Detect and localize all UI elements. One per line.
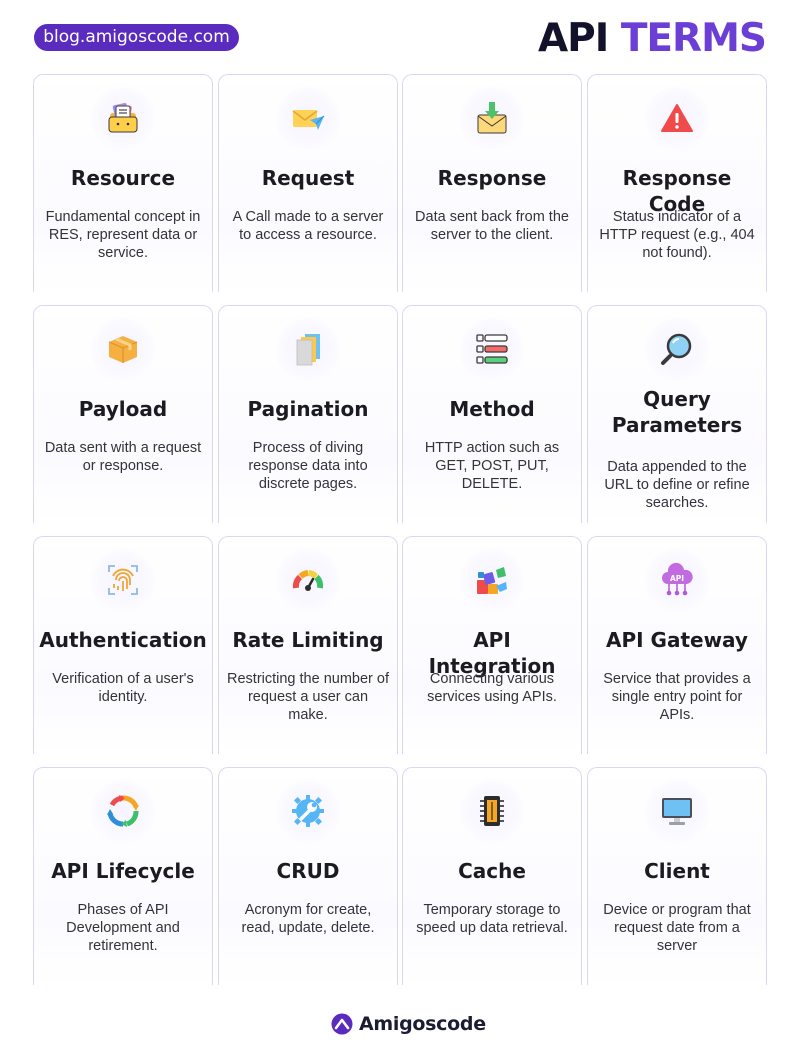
term-title: Pagination: [247, 397, 369, 421]
magnifier-icon: [659, 331, 695, 367]
term-description: HTTP action such as GET, POST, PUT, DELE…: [424, 440, 560, 492]
term-title: Response: [437, 166, 547, 190]
speedometer-icon: [290, 562, 326, 598]
term-description: Phases of API Development and retirement…: [66, 902, 180, 954]
term-card-response-code: Response Code Status indicator of a HTTP…: [587, 74, 767, 292]
term-card-cache: Cache Temporary storage to speed up data…: [402, 767, 582, 985]
package-box-icon: [105, 331, 141, 367]
term-card-authentication: Authentication Verification of a user's …: [33, 536, 213, 754]
term-title: Authentication: [39, 628, 207, 652]
term-card-api-integration: API Integration Connecting various servi…: [402, 536, 582, 754]
term-title: API Lifecycle: [51, 859, 195, 883]
term-card-resource: Resource Fundamental concept in RES, rep…: [33, 74, 213, 292]
term-card-payload: Payload Data sent with a request or resp…: [33, 305, 213, 523]
lifecycle-arrows-icon: [105, 793, 141, 829]
term-description: Device or program that request date from…: [603, 902, 751, 954]
amigoscode-logo-icon: [331, 1013, 353, 1035]
brand-name: Amigoscode: [359, 1013, 486, 1035]
term-card-client: Client Device or program that request da…: [587, 767, 767, 985]
term-title: Cache: [458, 859, 526, 883]
term-description: Data sent back from the server to the cl…: [415, 209, 569, 243]
term-title: Client: [644, 859, 710, 883]
term-description: Status indicator of a HTTP request (e.g.…: [599, 209, 755, 261]
fingerprint-icon: [105, 562, 141, 598]
term-description: Acronym for create, read, update, delete…: [241, 902, 375, 936]
envelope-download-icon: [474, 100, 510, 136]
warning-icon: [659, 100, 695, 136]
term-card-rate-limiting: Rate Limiting Restricting the number of …: [218, 536, 398, 754]
term-description: Service that provides a single entry poi…: [603, 671, 751, 723]
term-card-response: Response Data sent back from the server …: [402, 74, 582, 292]
gear-wrench-icon: [290, 793, 326, 829]
svg-text:API: API: [670, 574, 684, 583]
title-word-api: API: [537, 16, 609, 61]
term-description: Connecting various services using APIs.: [427, 671, 557, 705]
term-title: Method: [449, 397, 535, 421]
term-description: A Call made to a server to access a reso…: [232, 209, 384, 243]
term-card-method: Method HTTP action such as GET, POST, PU…: [402, 305, 582, 523]
term-card-request: Request A Call made to a server to acces…: [218, 74, 398, 292]
term-card-crud: CRUD Acronym for create, read, update, d…: [218, 767, 398, 985]
brand-logo[interactable]: Amigoscode: [331, 1011, 486, 1037]
term-card-pagination: Pagination Process of diving response da…: [218, 305, 398, 523]
term-title: API Gateway: [606, 628, 748, 652]
computer-monitor-icon: [659, 793, 695, 829]
term-title: Request: [261, 166, 355, 190]
term-description: Temporary storage to speed up data retri…: [416, 902, 568, 936]
term-title: Query Parameters: [611, 387, 743, 437]
method-list-icon: [474, 331, 510, 367]
blog-url-badge[interactable]: blog.amigoscode.com: [34, 24, 239, 51]
page-title: API TERMS: [537, 14, 767, 64]
envelope-send-icon: [290, 100, 326, 136]
pages-stack-icon: [290, 331, 326, 367]
puzzle-pieces-icon: [474, 562, 510, 598]
term-title: CRUD: [276, 859, 340, 883]
term-description: Fundamental concept in RES, represent da…: [45, 209, 201, 261]
term-title: Resource: [70, 166, 176, 190]
folder-documents-icon: [105, 100, 141, 136]
term-description: Verification of a user's identity.: [52, 671, 194, 705]
term-card-query-parameters: Query Parameters Data appended to the UR…: [587, 305, 767, 523]
term-description: Data sent with a request or response.: [44, 440, 202, 474]
term-description: Process of diving response data into dis…: [248, 440, 368, 492]
term-title: Rate Limiting: [232, 628, 384, 652]
term-card-api-gateway: API API Gateway Service that provides a …: [587, 536, 767, 754]
term-description: Data appended to the URL to define or re…: [604, 459, 750, 511]
title-word-terms: TERMS: [620, 16, 767, 61]
memory-chip-icon: [474, 793, 510, 829]
term-description: Restricting the number of request a user…: [227, 671, 389, 723]
term-title: Payload: [78, 397, 168, 421]
api-cloud-icon: API: [659, 562, 695, 598]
term-card-api-lifecycle: API Lifecycle Phases of API Development …: [33, 767, 213, 985]
